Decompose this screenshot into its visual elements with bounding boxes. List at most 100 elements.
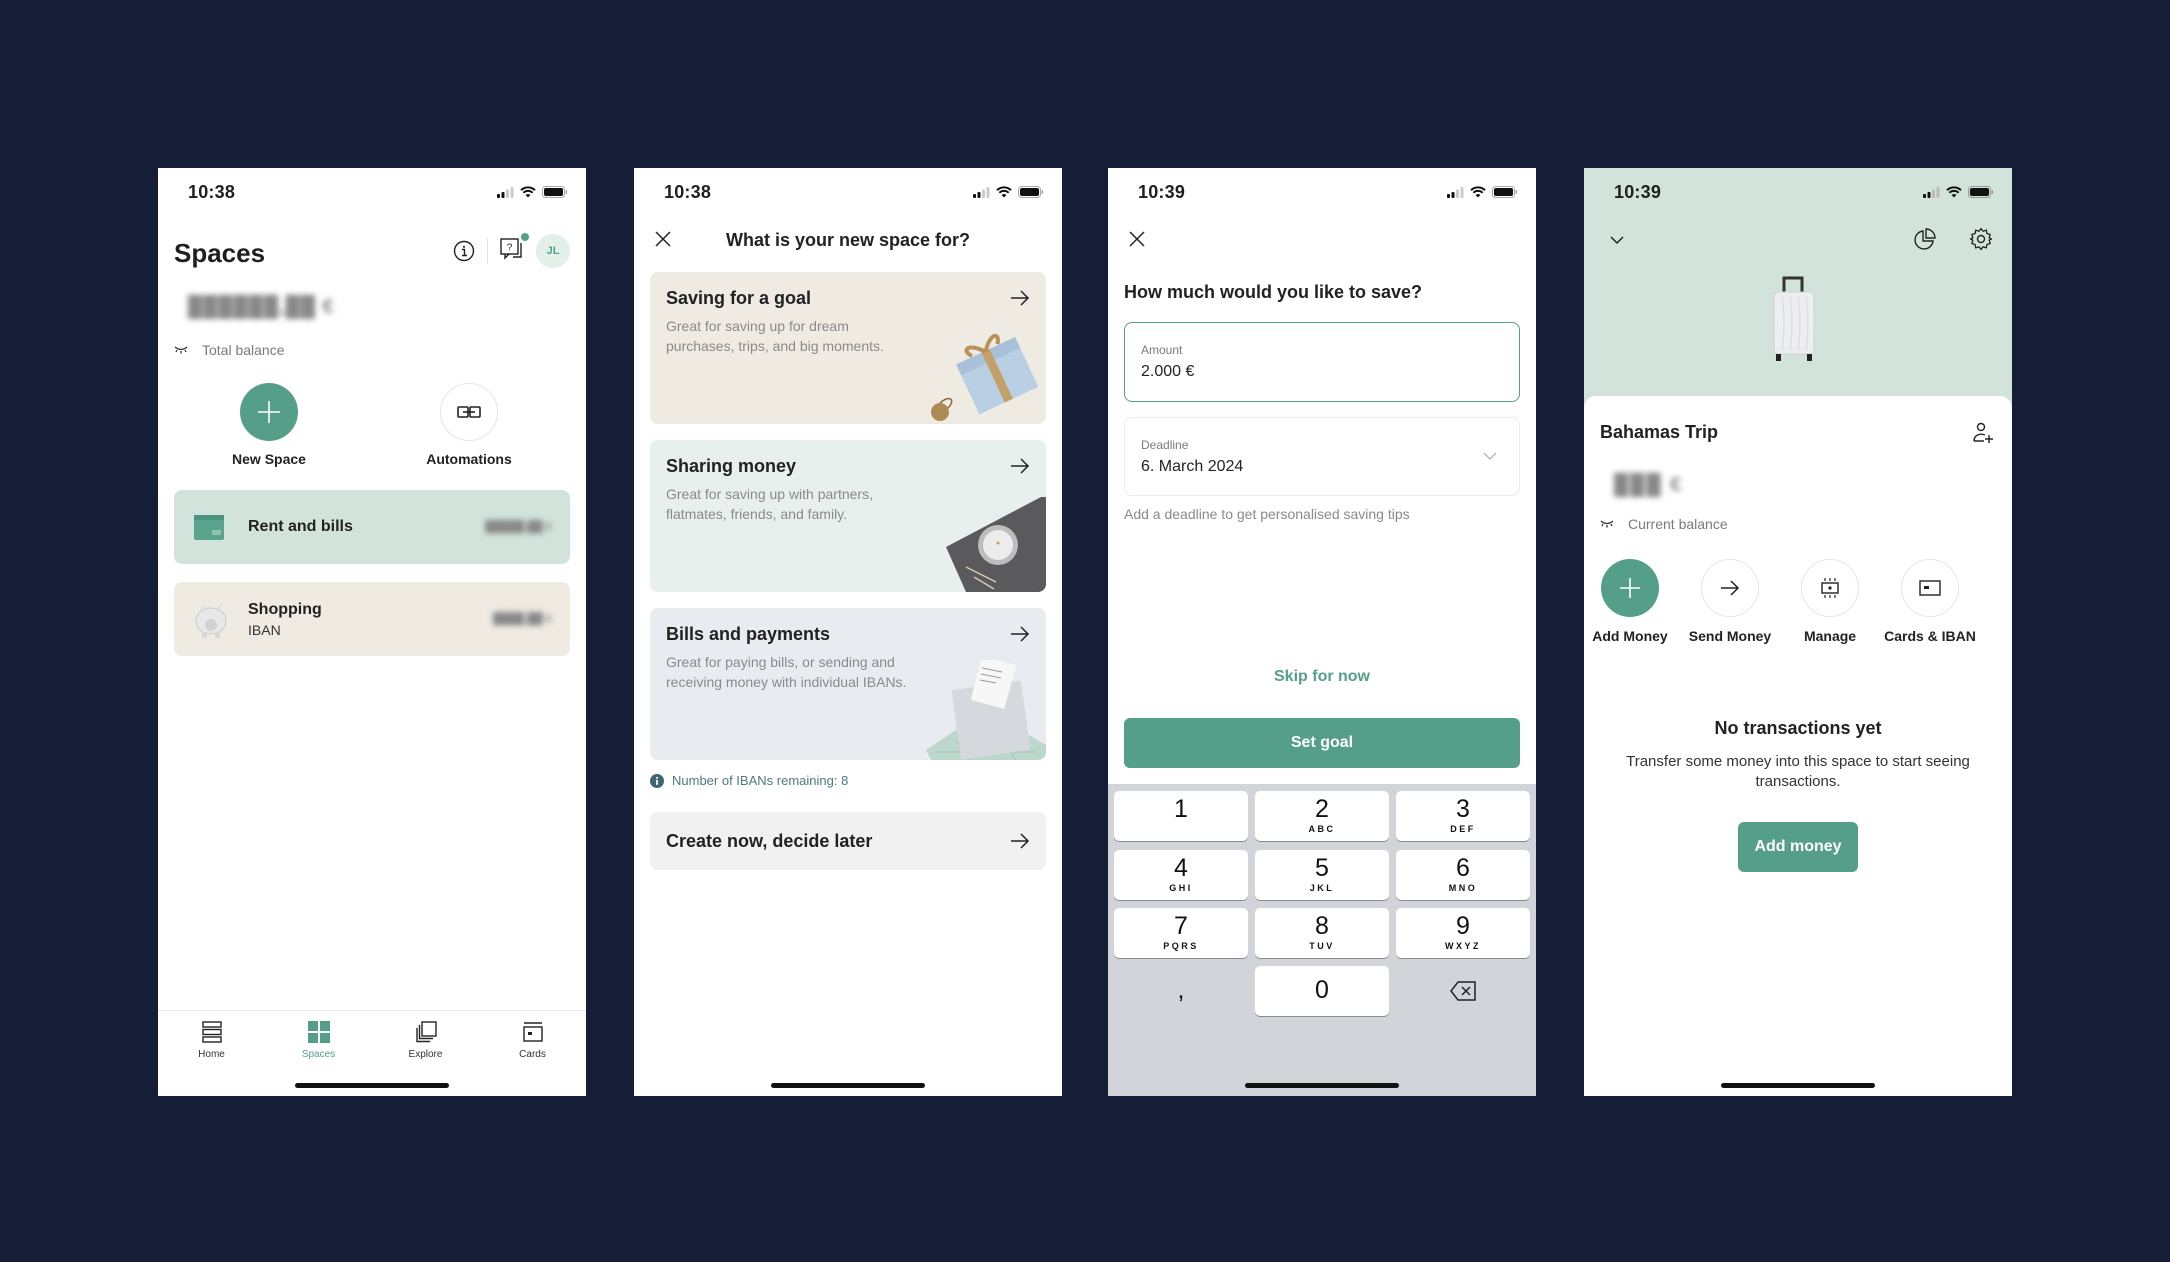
add-person-icon[interactable] bbox=[1972, 422, 1994, 444]
chevron-down-icon bbox=[1483, 452, 1497, 460]
key-digit: 7 bbox=[1174, 912, 1188, 940]
new-space-circle bbox=[240, 383, 298, 441]
plus-icon bbox=[258, 401, 280, 423]
automations-button[interactable]: Automations bbox=[414, 383, 524, 467]
set-goal-button[interactable]: Set goal bbox=[1124, 718, 1520, 768]
amount-input[interactable]: Amount 2.000 € bbox=[1124, 322, 1520, 402]
key-6[interactable]: 6 MNO bbox=[1396, 850, 1530, 900]
key-8[interactable]: 8 TUV bbox=[1255, 908, 1389, 958]
action-label: Cards & IBAN bbox=[1884, 628, 1976, 644]
eye-closed-icon[interactable] bbox=[1600, 519, 1614, 529]
create-now-decide-later-button[interactable]: Create now, decide later bbox=[650, 812, 1046, 870]
status-time: 10:38 bbox=[664, 182, 712, 202]
wifi-icon bbox=[520, 186, 536, 198]
key-digit: 0 bbox=[1315, 976, 1329, 1004]
screen-title: What is your new space for? bbox=[725, 230, 971, 250]
tab-spaces[interactable]: Spaces bbox=[265, 1011, 372, 1070]
card-icon bbox=[522, 1022, 543, 1042]
key-digit: 9 bbox=[1456, 912, 1470, 940]
key-3[interactable]: 3 DEF bbox=[1396, 791, 1530, 841]
help-button[interactable]: ? bbox=[500, 232, 529, 266]
option-sharing-money[interactable]: Sharing money Great for saving up with p… bbox=[650, 440, 1046, 592]
key-letters: WXYZ bbox=[1445, 941, 1481, 951]
card-icon bbox=[1919, 580, 1941, 596]
key-comma[interactable]: , bbox=[1114, 966, 1248, 1016]
home-icon bbox=[201, 1021, 222, 1043]
avatar[interactable]: JL bbox=[536, 234, 570, 268]
page-title: Spaces bbox=[174, 238, 266, 268]
tab-label: Cards bbox=[519, 1049, 546, 1060]
status-icons bbox=[497, 186, 568, 198]
wifi-icon bbox=[1470, 186, 1486, 198]
space-card-shopping[interactable]: Shopping IBAN ████,██ € bbox=[174, 582, 570, 656]
option-title: Bills and payments bbox=[666, 624, 831, 644]
tab-home[interactable]: Home bbox=[158, 1011, 265, 1070]
battery-icon bbox=[1968, 186, 1994, 198]
key-backspace[interactable] bbox=[1396, 966, 1530, 1016]
option-saving-for-goal[interactable]: Saving for a goal Great for saving up fo… bbox=[650, 272, 1046, 424]
empty-state-title: No transactions yet bbox=[1714, 718, 1882, 738]
key-1[interactable]: 1 bbox=[1114, 791, 1248, 841]
key-letters: ABC bbox=[1308, 824, 1336, 834]
chevron-down-icon[interactable] bbox=[1610, 236, 1624, 245]
spaces-icon bbox=[307, 1021, 330, 1043]
deadline-select[interactable]: Deadline 6. March 2024 bbox=[1124, 417, 1520, 496]
status-time: 10:38 bbox=[188, 182, 236, 202]
new-space-button[interactable]: New Space bbox=[214, 383, 324, 467]
key-7[interactable]: 7 PQRS bbox=[1114, 908, 1248, 958]
key-digit: 8 bbox=[1315, 912, 1329, 940]
automations-circle bbox=[440, 383, 498, 441]
space-card-rent-and-bills[interactable]: Rent and bills █████,██ € bbox=[174, 490, 570, 564]
tab-label: Home bbox=[198, 1049, 225, 1060]
key-letters: MNO bbox=[1448, 883, 1478, 893]
option-bills-and-payments[interactable]: Bills and payments Great for paying bill… bbox=[650, 608, 1046, 760]
close-icon[interactable] bbox=[654, 230, 672, 248]
amount-label: Amount bbox=[1141, 343, 1183, 357]
info-icon[interactable] bbox=[453, 240, 475, 262]
key-digit: 6 bbox=[1456, 854, 1470, 882]
manage-action[interactable]: Manage bbox=[1780, 559, 1880, 644]
envelope-bill-illustration bbox=[926, 660, 1046, 760]
header-actions: ? JL bbox=[453, 232, 570, 268]
key-4[interactable]: 4 GHI bbox=[1114, 850, 1248, 900]
skip-for-now-link[interactable]: Skip for now bbox=[1108, 668, 1536, 686]
tab-cards[interactable]: Cards bbox=[479, 1011, 586, 1070]
action-label: Manage bbox=[1803, 628, 1857, 644]
piggy-bank-icon bbox=[195, 605, 227, 638]
new-space-purpose-screen: 10:38 What is your new space for? Saving… bbox=[634, 168, 1062, 1096]
key-0[interactable]: 0 bbox=[1255, 966, 1389, 1016]
cards-and-iban-action[interactable]: Cards & IBAN bbox=[1880, 559, 1980, 644]
total-balance-value: ██████,██ € bbox=[188, 296, 335, 318]
arrow-right-icon bbox=[1011, 626, 1030, 642]
pie-chart-icon[interactable] bbox=[1914, 228, 1936, 250]
home-indicator bbox=[771, 1083, 925, 1088]
arrow-right-icon bbox=[1011, 833, 1030, 849]
add-money-button[interactable]: Add money bbox=[1738, 822, 1858, 872]
send-money-action[interactable]: Send Money bbox=[1680, 559, 1780, 644]
key-9[interactable]: 9 WXYZ bbox=[1396, 908, 1530, 958]
space-amount: ████,██ € bbox=[493, 613, 552, 625]
key-letters: GHI bbox=[1169, 883, 1193, 893]
option-title: Saving for a goal bbox=[666, 288, 812, 308]
explore-icon bbox=[415, 1021, 437, 1043]
tab-label: Explore bbox=[408, 1049, 443, 1060]
deadline-value: 6. March 2024 bbox=[1141, 458, 1244, 475]
current-balance-row: Current balance bbox=[1600, 516, 1728, 532]
eye-closed-icon[interactable] bbox=[174, 345, 188, 355]
candle-tray-illustration bbox=[946, 497, 1046, 592]
option-description: Great for saving up with partners, flatm… bbox=[666, 486, 873, 522]
tab-explore[interactable]: Explore bbox=[372, 1011, 479, 1070]
key-digit: 5 bbox=[1315, 854, 1329, 882]
add-money-circle bbox=[1601, 559, 1659, 617]
option-title: Sharing money bbox=[666, 456, 797, 476]
key-5[interactable]: 5 JKL bbox=[1255, 850, 1389, 900]
status-icons bbox=[973, 186, 1044, 198]
key-letters: TUV bbox=[1309, 941, 1335, 951]
add-money-action[interactable]: Add Money bbox=[1584, 559, 1680, 644]
total-balance-row: Total balance bbox=[174, 342, 285, 358]
header-divider bbox=[487, 238, 488, 264]
gear-icon[interactable] bbox=[1969, 227, 1993, 251]
close-icon[interactable] bbox=[1128, 230, 1146, 248]
key-2[interactable]: 2 ABC bbox=[1255, 791, 1389, 841]
action-label: Send Money bbox=[1688, 628, 1772, 644]
